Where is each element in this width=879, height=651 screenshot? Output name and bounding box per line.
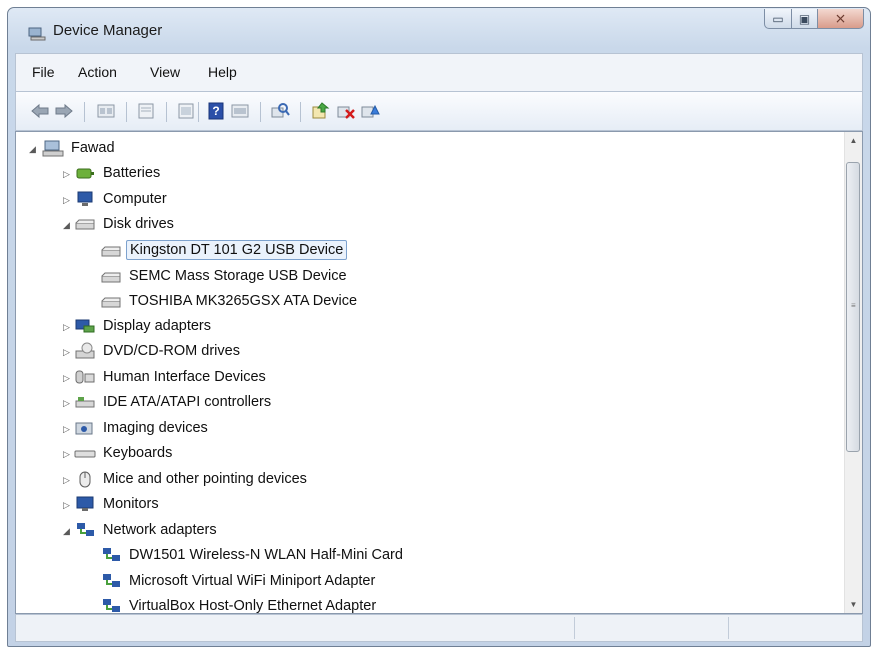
tree-item-kingston[interactable]: Kingston DT 101 G2 USB Device xyxy=(100,239,348,261)
imaging-icon xyxy=(75,422,93,435)
status-separator xyxy=(728,617,729,639)
disk-drive-icon xyxy=(101,246,121,257)
display-adapter-icon xyxy=(75,319,95,333)
menu-action[interactable]: Action xyxy=(78,64,117,80)
dvd-drive-icon xyxy=(75,342,95,359)
device-tree[interactable]: Fawad ◢ ▷ Batteries ▷ Computer ◢ Disk dr… xyxy=(15,131,863,614)
tree-item-monitors[interactable]: Monitors xyxy=(74,493,162,515)
device-manager-window: Device Manager ▭ ▣ ⨯ File Action View He… xyxy=(7,7,871,647)
tree-item-imaging-devices[interactable]: Imaging devices xyxy=(74,417,211,439)
network-icon xyxy=(103,548,120,561)
hid-icon xyxy=(75,370,95,384)
expanded-arrow-icon[interactable]: ◢ xyxy=(28,144,37,154)
view-icon[interactable] xyxy=(136,102,156,120)
battery-icon xyxy=(76,168,94,179)
uninstall-icon[interactable] xyxy=(336,102,356,120)
scan-hardware-icon[interactable] xyxy=(270,102,290,120)
status-bar xyxy=(15,614,863,642)
mouse-icon xyxy=(79,471,91,488)
collapsed-arrow-icon[interactable]: ▷ xyxy=(62,322,71,332)
collapsed-arrow-icon[interactable]: ▷ xyxy=(62,398,71,408)
disk-drive-icon xyxy=(75,219,95,230)
collapsed-arrow-icon[interactable]: ▷ xyxy=(62,195,71,205)
thumb-grip-icon: ≡ xyxy=(851,301,856,310)
tree-root-label: Fawad xyxy=(71,140,115,156)
close-button[interactable]: ⨯ xyxy=(818,9,864,29)
window-title: Device Manager xyxy=(53,22,163,39)
scroll-down-button[interactable]: ▼ xyxy=(845,596,862,613)
tree-item-disk-drives[interactable]: Disk drives xyxy=(74,213,177,235)
tree-item-mice[interactable]: Mice and other pointing devices xyxy=(74,468,310,490)
tree-item-hid[interactable]: Human Interface Devices xyxy=(74,366,269,388)
disk-drive-icon xyxy=(101,272,121,283)
ide-controller-icon xyxy=(75,397,95,408)
menu-file[interactable]: File xyxy=(32,64,55,80)
expanded-arrow-icon[interactable]: ◢ xyxy=(62,526,71,536)
tree-item-keyboards[interactable]: Keyboards xyxy=(74,442,175,464)
monitor-view-icon[interactable] xyxy=(230,102,250,120)
tree-item-dvd-drives[interactable]: DVD/CD-ROM drives xyxy=(74,340,243,362)
menu-view[interactable]: View xyxy=(150,64,180,80)
collapsed-arrow-icon[interactable]: ▷ xyxy=(62,169,71,179)
title-bar[interactable]: Device Manager ▭ ▣ ⨯ xyxy=(8,8,870,53)
scrollbar-thumb[interactable]: ≡ xyxy=(846,162,860,452)
tree-item-display-adapters[interactable]: Display adapters xyxy=(74,315,214,337)
minimize-button[interactable]: ▭ xyxy=(764,9,792,29)
expanded-arrow-icon[interactable]: ◢ xyxy=(62,220,71,230)
vertical-scrollbar[interactable]: ▲ ≡ ▼ xyxy=(844,132,862,613)
status-separator xyxy=(574,617,575,639)
tree-item-semc[interactable]: SEMC Mass Storage USB Device xyxy=(100,265,350,287)
back-arrow-icon[interactable] xyxy=(30,102,50,120)
tree-item-ide-controllers[interactable]: IDE ATA/ATAPI controllers xyxy=(74,391,274,413)
scroll-up-button[interactable]: ▲ xyxy=(845,132,862,149)
tree-item-dw1501[interactable]: DW1501 Wireless-N WLAN Half-Mini Card xyxy=(100,544,406,566)
tree-item-computer[interactable]: Computer xyxy=(74,188,170,210)
collapsed-arrow-icon[interactable]: ▷ xyxy=(62,424,71,434)
tree-item-virtualbox-adapter[interactable]: VirtualBox Host-Only Ethernet Adapter xyxy=(100,595,379,613)
collapsed-arrow-icon[interactable]: ▷ xyxy=(62,475,71,485)
menu-help[interactable]: Help xyxy=(208,64,237,80)
network-icon xyxy=(77,523,94,536)
network-icon xyxy=(103,599,120,612)
tree-root[interactable]: Fawad xyxy=(42,137,118,159)
properties-icon[interactable] xyxy=(96,102,116,120)
menu-bar: File Action View Help xyxy=(15,53,863,91)
update-driver-icon[interactable] xyxy=(310,102,330,120)
tree-item-toshiba[interactable]: TOSHIBA MK3265GSX ATA Device xyxy=(100,290,360,312)
collapsed-arrow-icon[interactable]: ▷ xyxy=(62,500,71,510)
monitor-icon xyxy=(76,496,94,511)
tree-item-ms-virtual-wifi[interactable]: Microsoft Virtual WiFi Miniport Adapter xyxy=(100,570,378,592)
svg-text:?: ? xyxy=(212,104,219,118)
computer-root-icon xyxy=(42,140,64,157)
collapsed-arrow-icon[interactable]: ▷ xyxy=(62,449,71,459)
tree-item-batteries[interactable]: Batteries xyxy=(74,162,163,184)
console-icon[interactable] xyxy=(176,102,196,120)
network-icon xyxy=(103,574,120,587)
tree-item-network-adapters[interactable]: Network adapters xyxy=(74,519,220,541)
forward-arrow-icon[interactable] xyxy=(54,102,74,120)
maximize-button[interactable]: ▣ xyxy=(792,9,818,29)
computer-icon xyxy=(77,191,93,206)
disk-drive-icon xyxy=(101,297,121,308)
device-manager-app-icon xyxy=(28,27,46,41)
collapsed-arrow-icon[interactable]: ▷ xyxy=(62,373,71,383)
toolbar: ? xyxy=(15,91,863,131)
collapsed-arrow-icon[interactable]: ▷ xyxy=(62,347,71,357)
enable-device-icon[interactable] xyxy=(360,102,380,120)
keyboard-icon xyxy=(74,450,96,458)
help-icon[interactable]: ? xyxy=(206,102,226,120)
